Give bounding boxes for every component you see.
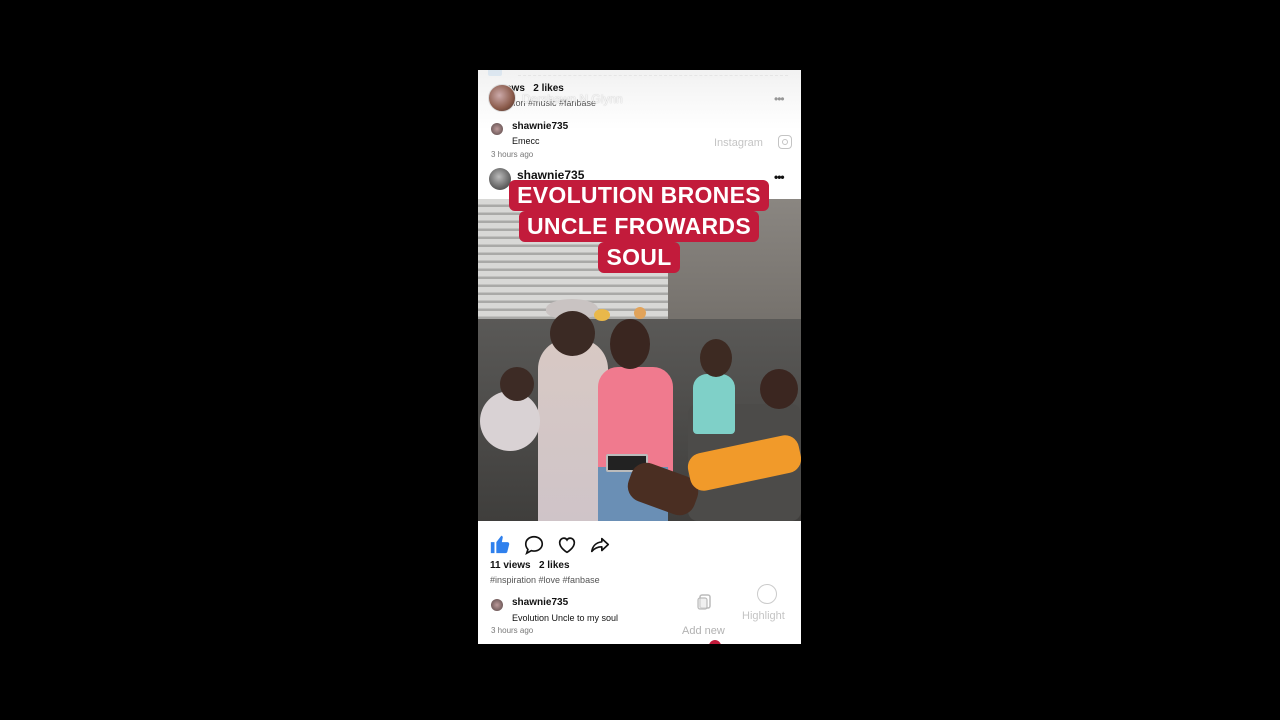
hair-bow <box>634 307 646 319</box>
post-more-icon[interactable]: ••• <box>774 170 785 184</box>
instagram-icon <box>778 135 792 149</box>
comment-text: Evolution Uncle to my soul <box>512 613 619 623</box>
instagram-label: Instagram <box>714 137 763 149</box>
comment-user[interactable]: shawnie735 <box>512 597 568 608</box>
text-banner: EVOLUTION BRONES UNCLE FROWARDS SOUL <box>503 180 775 273</box>
comment-avatar[interactable] <box>491 599 503 611</box>
comment-avatar[interactable] <box>491 123 503 135</box>
phone-screen: ews 2 likes ation #music #fanbase Dersha… <box>478 70 801 644</box>
thumbs-up-icon[interactable] <box>489 533 511 561</box>
person-adult-head <box>550 311 595 356</box>
banner-line-3: SOUL <box>598 242 680 273</box>
add-new-icon[interactable] <box>697 594 713 610</box>
record-indicator <box>709 640 721 644</box>
add-new-label[interactable]: Add new <box>682 625 725 637</box>
baby <box>480 391 540 451</box>
post-hashtags[interactable]: #inspiration #love #fanbase <box>490 575 600 585</box>
banner-line-1: EVOLUTION BRONES <box>509 180 769 211</box>
highlight-icon[interactable] <box>757 584 777 604</box>
story-more-icon[interactable]: ••• <box>774 92 785 106</box>
story-avatar[interactable] <box>488 84 516 112</box>
person-small-child <box>693 374 735 434</box>
post-stats: 11 views 2 likes <box>490 560 570 571</box>
hair-bow <box>594 309 610 321</box>
heart-icon[interactable] <box>556 534 580 558</box>
top-comment-time: 3 hours ago <box>491 150 534 159</box>
person-girl-head <box>610 319 650 369</box>
post-views: 11 views <box>490 560 531 571</box>
share-icon[interactable] <box>589 534 613 558</box>
banner-line-2: UNCLE FROWARDS <box>519 211 759 242</box>
baby-head <box>500 367 534 401</box>
comment-time: 3 hours ago <box>491 626 534 635</box>
top-comment-text: Emecc <box>512 136 540 146</box>
person-small-child-head <box>700 339 732 377</box>
highlight-label[interactable]: Highlight <box>742 610 785 622</box>
comment-icon[interactable] <box>523 534 547 558</box>
post-likes: 2 likes <box>538 560 570 571</box>
person-boy-head <box>760 369 798 409</box>
story-username[interactable]: Dershawn N Glynn <box>522 92 623 106</box>
top-comment-user[interactable]: shawnie735 <box>512 121 568 132</box>
